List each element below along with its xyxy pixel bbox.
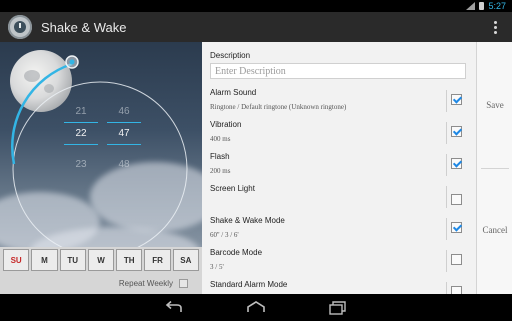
shake-wake-mode-checkbox[interactable] [451, 222, 462, 233]
setting-barcode-mode[interactable]: Barcode Mode 3 / 5' [202, 246, 476, 278]
standard-alarm-mode-checkbox[interactable] [451, 286, 462, 294]
setting-standard-alarm-mode[interactable]: Standard Alarm Mode [202, 278, 476, 294]
repeat-weekly-checkbox[interactable] [179, 279, 188, 288]
screen-light-checkbox[interactable] [451, 194, 462, 205]
setting-alarm-sound[interactable]: Alarm Sound Ringtone / Default ringtone … [202, 86, 476, 118]
day-button-tuesday[interactable]: TU [59, 249, 86, 271]
save-button[interactable]: Save [477, 100, 512, 110]
setting-title: Flash [210, 152, 230, 161]
cancel-button[interactable]: Cancel [477, 225, 512, 235]
setting-title: Vibration [210, 120, 242, 129]
day-button-friday[interactable]: FR [144, 249, 171, 271]
vibration-checkbox[interactable] [451, 126, 462, 137]
setting-title: Standard Alarm Mode [210, 280, 288, 289]
status-bar: 5:27 [0, 0, 512, 12]
setting-title: Alarm Sound [210, 88, 257, 97]
minute-picker[interactable]: 46 47 48 [107, 106, 141, 170]
recents-icon[interactable] [327, 300, 349, 315]
home-icon[interactable] [245, 300, 267, 315]
time-dial[interactable] [0, 42, 202, 247]
minute-value[interactable]: 47 [107, 128, 141, 139]
action-column: Save Cancel [476, 42, 512, 294]
alarm-settings-panel: Description Alarm Sound Ringtone / Defau… [202, 42, 476, 294]
setting-title: Shake & Wake Mode [210, 216, 285, 225]
weekday-selector: SU M TU W TH FR SA [0, 247, 202, 273]
setting-vibration[interactable]: Vibration 400 ms [202, 118, 476, 150]
battery-icon [479, 2, 485, 10]
day-button-wednesday[interactable]: W [87, 249, 115, 271]
hour-value[interactable]: 22 [64, 128, 98, 139]
minute-prev[interactable]: 46 [107, 106, 141, 117]
back-icon[interactable] [163, 300, 185, 315]
setting-title: Screen Light [210, 184, 255, 193]
flash-checkbox[interactable] [451, 158, 462, 169]
setting-subtitle: 400 ms [210, 135, 231, 143]
action-bar: Shake & Wake [0, 12, 512, 42]
app-title: Shake & Wake [41, 19, 127, 35]
setting-flash[interactable]: Flash 200 ms [202, 150, 476, 182]
minute-next[interactable]: 48 [107, 159, 141, 170]
barcode-mode-checkbox[interactable] [451, 254, 462, 265]
gear-clock-icon[interactable] [8, 15, 32, 39]
signal-icon [465, 2, 476, 10]
repeat-weekly-row[interactable]: Repeat Weekly [0, 273, 202, 294]
setting-title: Barcode Mode [210, 248, 263, 257]
day-button-thursday[interactable]: TH [116, 249, 143, 271]
description-label: Description [210, 51, 251, 60]
setting-subtitle: 60'' / 3 / 6' [210, 231, 239, 239]
setting-subtitle: Ringtone / Default ringtone (Unknown rin… [210, 103, 347, 111]
day-button-saturday[interactable]: SA [172, 249, 199, 271]
repeat-weekly-label: Repeat Weekly [118, 279, 173, 288]
status-time: 5:27 [488, 1, 506, 11]
setting-shake-wake-mode[interactable]: Shake & Wake Mode 60'' / 3 / 6' [202, 214, 476, 246]
setting-screen-light[interactable]: Screen Light [202, 182, 476, 214]
day-button-sunday[interactable]: SU [3, 249, 30, 271]
hour-next[interactable]: 23 [64, 159, 98, 170]
day-button-monday[interactable]: M [31, 249, 58, 271]
description-input[interactable] [210, 63, 466, 79]
navigation-bar [0, 294, 512, 321]
hour-prev[interactable]: 21 [64, 106, 98, 117]
alarm-sound-checkbox[interactable] [451, 94, 462, 105]
overflow-menu-icon[interactable] [494, 20, 498, 34]
setting-subtitle: 3 / 5' [210, 263, 224, 271]
setting-subtitle: 200 ms [210, 167, 231, 175]
hour-picker[interactable]: 21 22 23 [64, 106, 98, 170]
